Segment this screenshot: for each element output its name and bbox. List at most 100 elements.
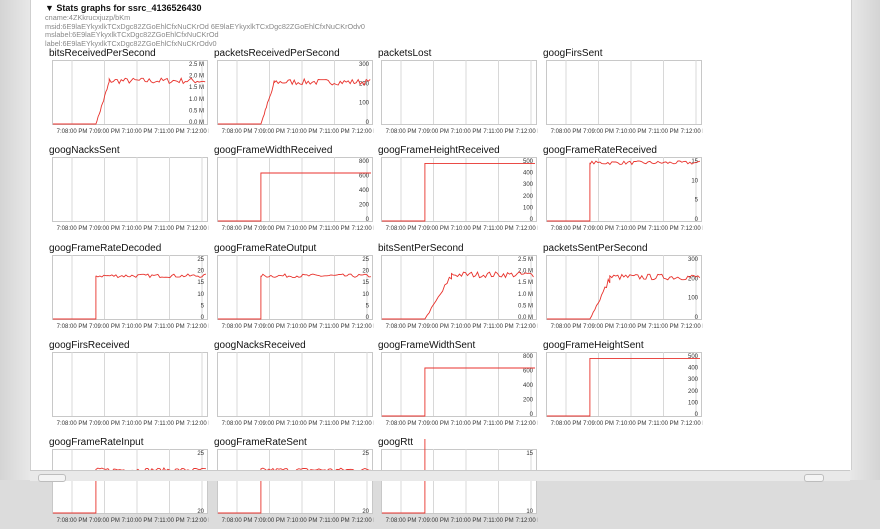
- y-tick-label: 1.5 M: [518, 280, 533, 286]
- x-tick-label: 7:10:00 PM: [451, 421, 482, 427]
- x-tick-label: 7:09:00 PM: [89, 518, 120, 524]
- x-tick-label: 7:09:00 PM: [254, 129, 285, 135]
- y-tick-label: 15: [362, 280, 369, 286]
- x-tick-label: 7:12:00 PM: [352, 518, 374, 524]
- x-tick-label: 7:08:00 PM: [57, 324, 88, 330]
- y-tick-label: 300: [688, 257, 699, 263]
- y-tick-label: 25: [197, 257, 204, 263]
- plot-frame: [546, 352, 702, 417]
- x-tick-label: 7:08:00 PM: [386, 421, 417, 427]
- x-tick-label: 7:08:00 PM: [57, 129, 88, 135]
- x-tick-label: 7:12:00 PM: [681, 421, 703, 427]
- x-tick-label: 7:11:00 PM: [648, 421, 678, 427]
- y-tick-label: 400: [688, 366, 699, 372]
- bottom-right-control[interactable]: [804, 474, 824, 482]
- plot-frame: [52, 449, 208, 514]
- plot-frame: [52, 255, 208, 320]
- x-tick-label: 7:11:00 PM: [648, 226, 678, 232]
- y-tick-label: 300: [688, 377, 699, 383]
- x-tick-label: 7:10:00 PM: [287, 324, 318, 330]
- x-tick-label: 7:09:00 PM: [583, 421, 614, 427]
- x-tick-label: 7:10:00 PM: [616, 421, 647, 427]
- graph-googFrameWidthSent: googFrameWidthSent 7:08:00 PM 7:09:00 PM 7:…: [378, 340, 538, 432]
- graph-svg: 7:08:00 PM 7:09:00 PM 7:10:00 PM 7:11:00 PM…: [52, 157, 209, 232]
- x-tick-label: 7:10:00 PM: [616, 129, 647, 135]
- y-tick-label: 10: [691, 178, 698, 184]
- x-tick-label: 7:10:00 PM: [616, 324, 647, 330]
- x-tick-label: 7:09:00 PM: [418, 518, 449, 524]
- graph-svg: 7:08:00 PM 7:09:00 PM 7:10:00 PM 7:11:00 PM…: [546, 352, 703, 427]
- graph-packetsSentPerSecond: packetsSentPerSecond 7:08:00 PM 7:09:00 PM…: [543, 243, 703, 335]
- x-tick-label: 7:09:00 PM: [254, 226, 285, 232]
- x-tick-label: 7:08:00 PM: [57, 226, 88, 232]
- y-tick-label: 200: [523, 398, 534, 404]
- x-tick-label: 7:11:00 PM: [154, 324, 184, 330]
- x-tick-label: 7:10:00 PM: [122, 421, 153, 427]
- plot-frame: [217, 352, 373, 417]
- graph-googFrameHeightSent: googFrameHeightSent 7:08:00 PM 7:09:00 PM 7…: [543, 340, 703, 432]
- x-tick-label: 7:12:00 PM: [516, 421, 538, 427]
- x-tick-label: 7:11:00 PM: [483, 226, 513, 232]
- y-tick-label: 10: [526, 509, 533, 515]
- y-tick-label: 10: [197, 292, 204, 298]
- x-tick-label: 7:12:00 PM: [352, 129, 374, 135]
- y-tick-label: 100: [688, 400, 699, 406]
- x-tick-label: 7:12:00 PM: [681, 226, 703, 232]
- y-tick-label: 1.5 M: [189, 85, 204, 91]
- graph-bitsReceivedPerSecond: bitsReceivedPerSecond 7:08:00 PM 7:09:00 P…: [49, 48, 209, 140]
- bottom-left-control[interactable]: [38, 474, 66, 482]
- y-tick-label: 2.5 M: [518, 257, 533, 263]
- y-tick-label: 100: [359, 101, 370, 107]
- graph-svg: 7:08:00 PM 7:09:00 PM 7:10:00 PM 7:11:00 PM…: [52, 255, 209, 330]
- y-tick-label: 500: [688, 354, 699, 360]
- x-tick-label: 7:12:00 PM: [187, 129, 209, 135]
- x-tick-label: 7:10:00 PM: [451, 518, 482, 524]
- x-tick-label: 7:08:00 PM: [222, 324, 253, 330]
- x-tick-label: 7:10:00 PM: [287, 518, 318, 524]
- x-tick-label: 7:11:00 PM: [483, 421, 513, 427]
- x-tick-label: 7:08:00 PM: [222, 518, 253, 524]
- right-window-edge: [850, 0, 880, 480]
- graph-svg: 7:08:00 PM 7:09:00 PM 7:10:00 PM 7:11:00 PM…: [546, 60, 703, 135]
- x-tick-label: 7:09:00 PM: [583, 324, 614, 330]
- x-tick-label: 7:10:00 PM: [287, 129, 318, 135]
- plot-frame: [381, 449, 537, 514]
- y-tick-label: 500: [523, 159, 534, 165]
- x-tick-label: 7:11:00 PM: [319, 421, 349, 427]
- graph-bitsSentPerSecond: bitsSentPerSecond 7:08:00 PM 7:09:00 PM 7:1…: [378, 243, 538, 335]
- y-tick-label: 20: [197, 509, 204, 515]
- x-tick-label: 7:11:00 PM: [154, 421, 184, 427]
- y-tick-label: 400: [523, 383, 534, 389]
- graph-packetsReceivedPerSecond: packetsReceivedPerSecond 7:08:00 PM 7:09:0…: [214, 48, 374, 140]
- graph-svg: 7:08:00 PM 7:09:00 PM 7:10:00 PM 7:11:00 PM…: [217, 449, 374, 524]
- x-tick-label: 7:11:00 PM: [648, 324, 678, 330]
- x-tick-label: 7:11:00 PM: [154, 129, 184, 135]
- graph-svg: 7:08:00 PM 7:09:00 PM 7:10:00 PM 7:11:00 PM…: [546, 255, 703, 330]
- x-tick-label: 7:10:00 PM: [451, 324, 482, 330]
- x-tick-label: 7:12:00 PM: [516, 324, 538, 330]
- x-tick-label: 7:11:00 PM: [319, 129, 349, 135]
- graph-googFirsSent: googFirsSent 7:08:00 PM 7:09:00 PM 7:10:00 …: [543, 48, 703, 140]
- x-tick-label: 7:10:00 PM: [122, 226, 153, 232]
- graph-svg: 7:08:00 PM 7:09:00 PM 7:10:00 PM 7:11:00 PM…: [217, 60, 374, 135]
- x-tick-label: 7:12:00 PM: [516, 129, 538, 135]
- x-tick-label: 7:08:00 PM: [551, 421, 582, 427]
- y-tick-label: 300: [523, 182, 534, 188]
- plot-frame: [217, 255, 373, 320]
- x-tick-label: 7:08:00 PM: [57, 518, 88, 524]
- x-tick-label: 7:12:00 PM: [681, 129, 703, 135]
- y-tick-label: 600: [359, 174, 370, 180]
- plot-frame: [217, 157, 373, 222]
- x-tick-label: 7:09:00 PM: [418, 324, 449, 330]
- x-tick-label: 7:10:00 PM: [287, 226, 318, 232]
- graph-googFrameRateSent: googFrameRateSent 7:08:00 PM 7:09:00 PM 7:1…: [214, 437, 374, 529]
- x-tick-label: 7:08:00 PM: [386, 324, 417, 330]
- y-tick-label: 300: [359, 62, 370, 68]
- y-tick-label: 600: [523, 369, 534, 375]
- x-tick-label: 7:12:00 PM: [187, 226, 209, 232]
- y-tick-label: 400: [359, 188, 370, 194]
- y-tick-label: 0.0 M: [189, 120, 204, 126]
- graph-svg: 7:08:00 PM 7:09:00 PM 7:10:00 PM 7:11:00 PM…: [381, 157, 538, 232]
- y-tick-label: 0.5 M: [189, 108, 204, 114]
- bottom-status-bar: [30, 470, 850, 482]
